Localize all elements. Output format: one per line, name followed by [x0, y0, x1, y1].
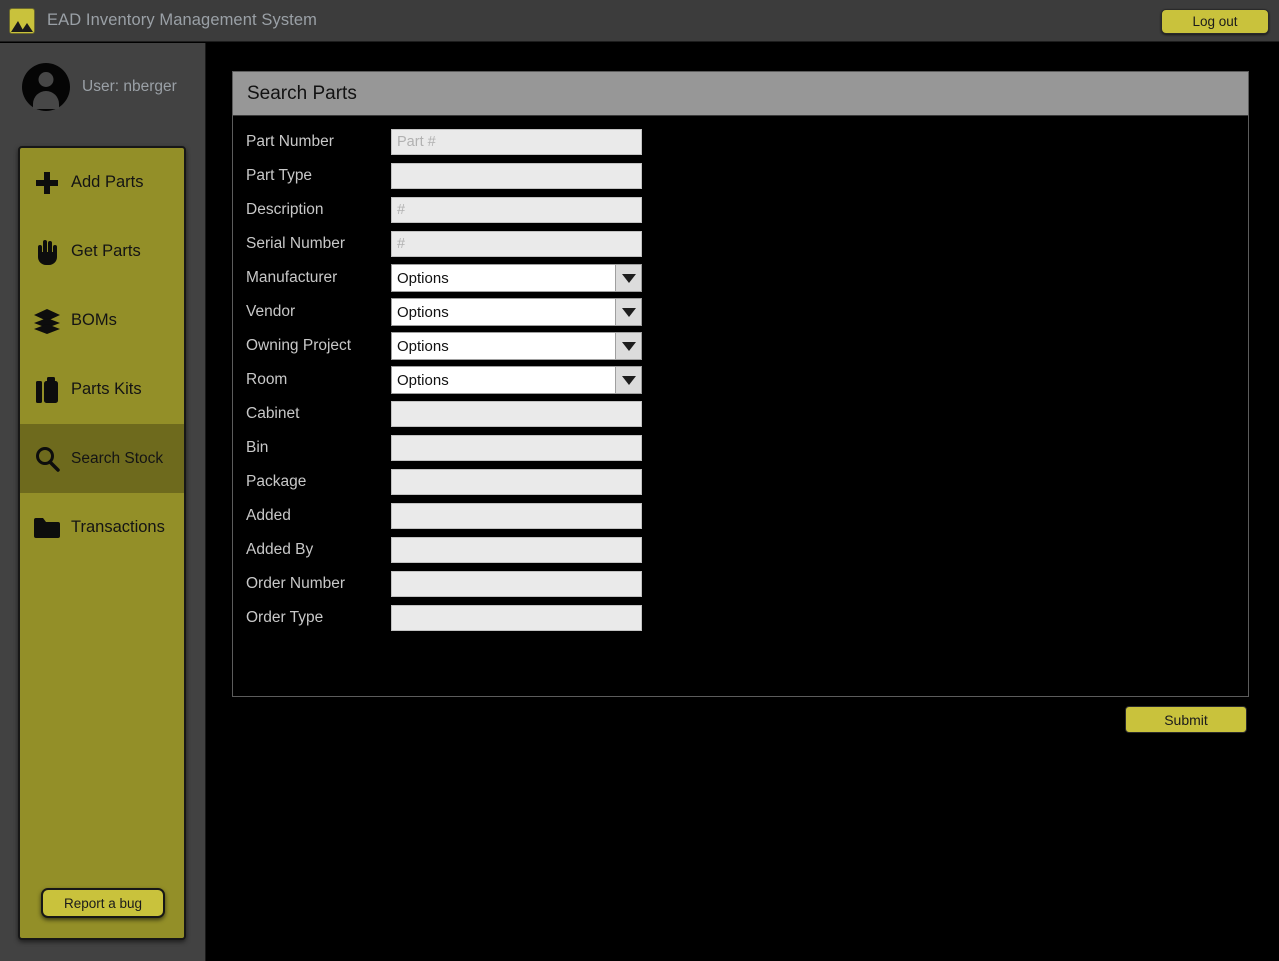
- titlebar: EAD Inventory Management System Log out: [0, 0, 1279, 42]
- field-label: Description: [246, 201, 324, 218]
- form-row: Room Options: [246, 363, 1248, 397]
- room-select[interactable]: Options: [391, 366, 642, 394]
- field-label: Part Number: [246, 133, 334, 150]
- sidebar-item-add-parts[interactable]: Add Parts: [20, 148, 184, 217]
- search-icon: [32, 444, 62, 474]
- order-type-input[interactable]: [391, 605, 642, 631]
- folder-icon: [32, 513, 62, 543]
- form-row: Owning Project Options: [246, 329, 1248, 363]
- field-label: Added: [246, 507, 291, 524]
- form-row: Added: [246, 499, 1248, 533]
- sidebar-item-get-parts[interactable]: Get Parts: [20, 217, 184, 286]
- form-row: Bin: [246, 431, 1248, 465]
- sidebar: User: nberger Add Parts Get Parts BOMs P…: [0, 43, 206, 961]
- field-label: Part Type: [246, 167, 313, 184]
- added-by-input[interactable]: [391, 537, 642, 563]
- form-row: Package: [246, 465, 1248, 499]
- form-row: Part Number: [246, 125, 1248, 159]
- description-input[interactable]: [391, 197, 642, 223]
- user-label: User: nberger: [82, 78, 177, 95]
- form-row: Cabinet: [246, 397, 1248, 431]
- sidebar-item-label: Transactions: [71, 518, 165, 536]
- field-label: Order Type: [246, 609, 324, 626]
- field-label: Serial Number: [246, 235, 346, 252]
- sidebar-item-label: Add Parts: [71, 173, 144, 191]
- manufacturer-select[interactable]: Options: [391, 264, 642, 292]
- sidebar-item-search-stock[interactable]: Search Stock: [20, 424, 184, 493]
- part-number-input[interactable]: [391, 129, 642, 155]
- order-number-input[interactable]: [391, 571, 642, 597]
- layers-icon: [32, 306, 62, 336]
- cabinet-input[interactable]: [391, 401, 642, 427]
- vendor-select[interactable]: Options: [391, 298, 642, 326]
- field-label: Package: [246, 473, 307, 490]
- user-block: User: nberger: [0, 43, 205, 131]
- hand-icon: [32, 237, 62, 267]
- search-form: Part Number Part Type Description Serial Nu…: [233, 116, 1248, 635]
- field-label: Added By: [246, 541, 314, 558]
- main-content: Search Parts Part Number Part Type Descrip…: [207, 43, 1279, 961]
- sidebar-item-boms[interactable]: BOMs: [20, 286, 184, 355]
- app-title: EAD Inventory Management System: [47, 11, 317, 29]
- form-row: Order Number: [246, 567, 1248, 601]
- manufacturer-select-wrapper: Options: [391, 264, 642, 292]
- page-title: Search Parts: [233, 72, 1248, 116]
- sidebar-item-transactions[interactable]: Transactions: [20, 493, 184, 562]
- form-row: Vendor Options: [246, 295, 1248, 329]
- sidebar-item-label: Search Stock: [71, 449, 164, 467]
- owning-project-select[interactable]: Options: [391, 332, 642, 360]
- plus-icon: [32, 168, 62, 198]
- submit-button[interactable]: Submit: [1125, 706, 1247, 733]
- form-row: Serial Number: [246, 227, 1248, 261]
- form-row: Manufacturer Options: [246, 261, 1248, 295]
- user-avatar-icon: [22, 63, 70, 111]
- search-parts-card: Search Parts Part Number Part Type Descrip…: [232, 71, 1249, 697]
- field-label: Vendor: [246, 303, 296, 320]
- field-label: Bin: [246, 439, 269, 456]
- serial-number-input[interactable]: [391, 231, 642, 257]
- sidebar-item-label: BOMs: [71, 311, 117, 329]
- room-select-wrapper: Options: [391, 366, 642, 394]
- form-row: Order Type: [246, 601, 1248, 635]
- bin-input[interactable]: [391, 435, 642, 461]
- sidebar-item-label: Parts Kits: [71, 380, 142, 398]
- added-input[interactable]: [391, 503, 642, 529]
- mountains-icon: [9, 7, 35, 34]
- briefcase-icon: [32, 375, 62, 405]
- package-input[interactable]: [391, 469, 642, 495]
- sidebar-nav: Add Parts Get Parts BOMs Parts Kits Sear…: [18, 146, 186, 940]
- field-label: Manufacturer: [246, 269, 338, 286]
- vendor-select-wrapper: Options: [391, 298, 642, 326]
- field-label: Room: [246, 371, 288, 388]
- logout-button[interactable]: Log out: [1161, 9, 1269, 34]
- owning-project-select-wrapper: Options: [391, 332, 642, 360]
- part-type-input[interactable]: [391, 163, 642, 189]
- field-label: Owning Project: [246, 337, 352, 354]
- report-bug-button[interactable]: Report a bug: [41, 888, 165, 918]
- sidebar-item-label: Get Parts: [71, 242, 141, 260]
- form-row: Description: [246, 193, 1248, 227]
- form-row: Part Type: [246, 159, 1248, 193]
- form-row: Added By: [246, 533, 1248, 567]
- field-label: Order Number: [246, 575, 346, 592]
- field-label: Cabinet: [246, 405, 300, 422]
- sidebar-item-parts-kits[interactable]: Parts Kits: [20, 355, 184, 424]
